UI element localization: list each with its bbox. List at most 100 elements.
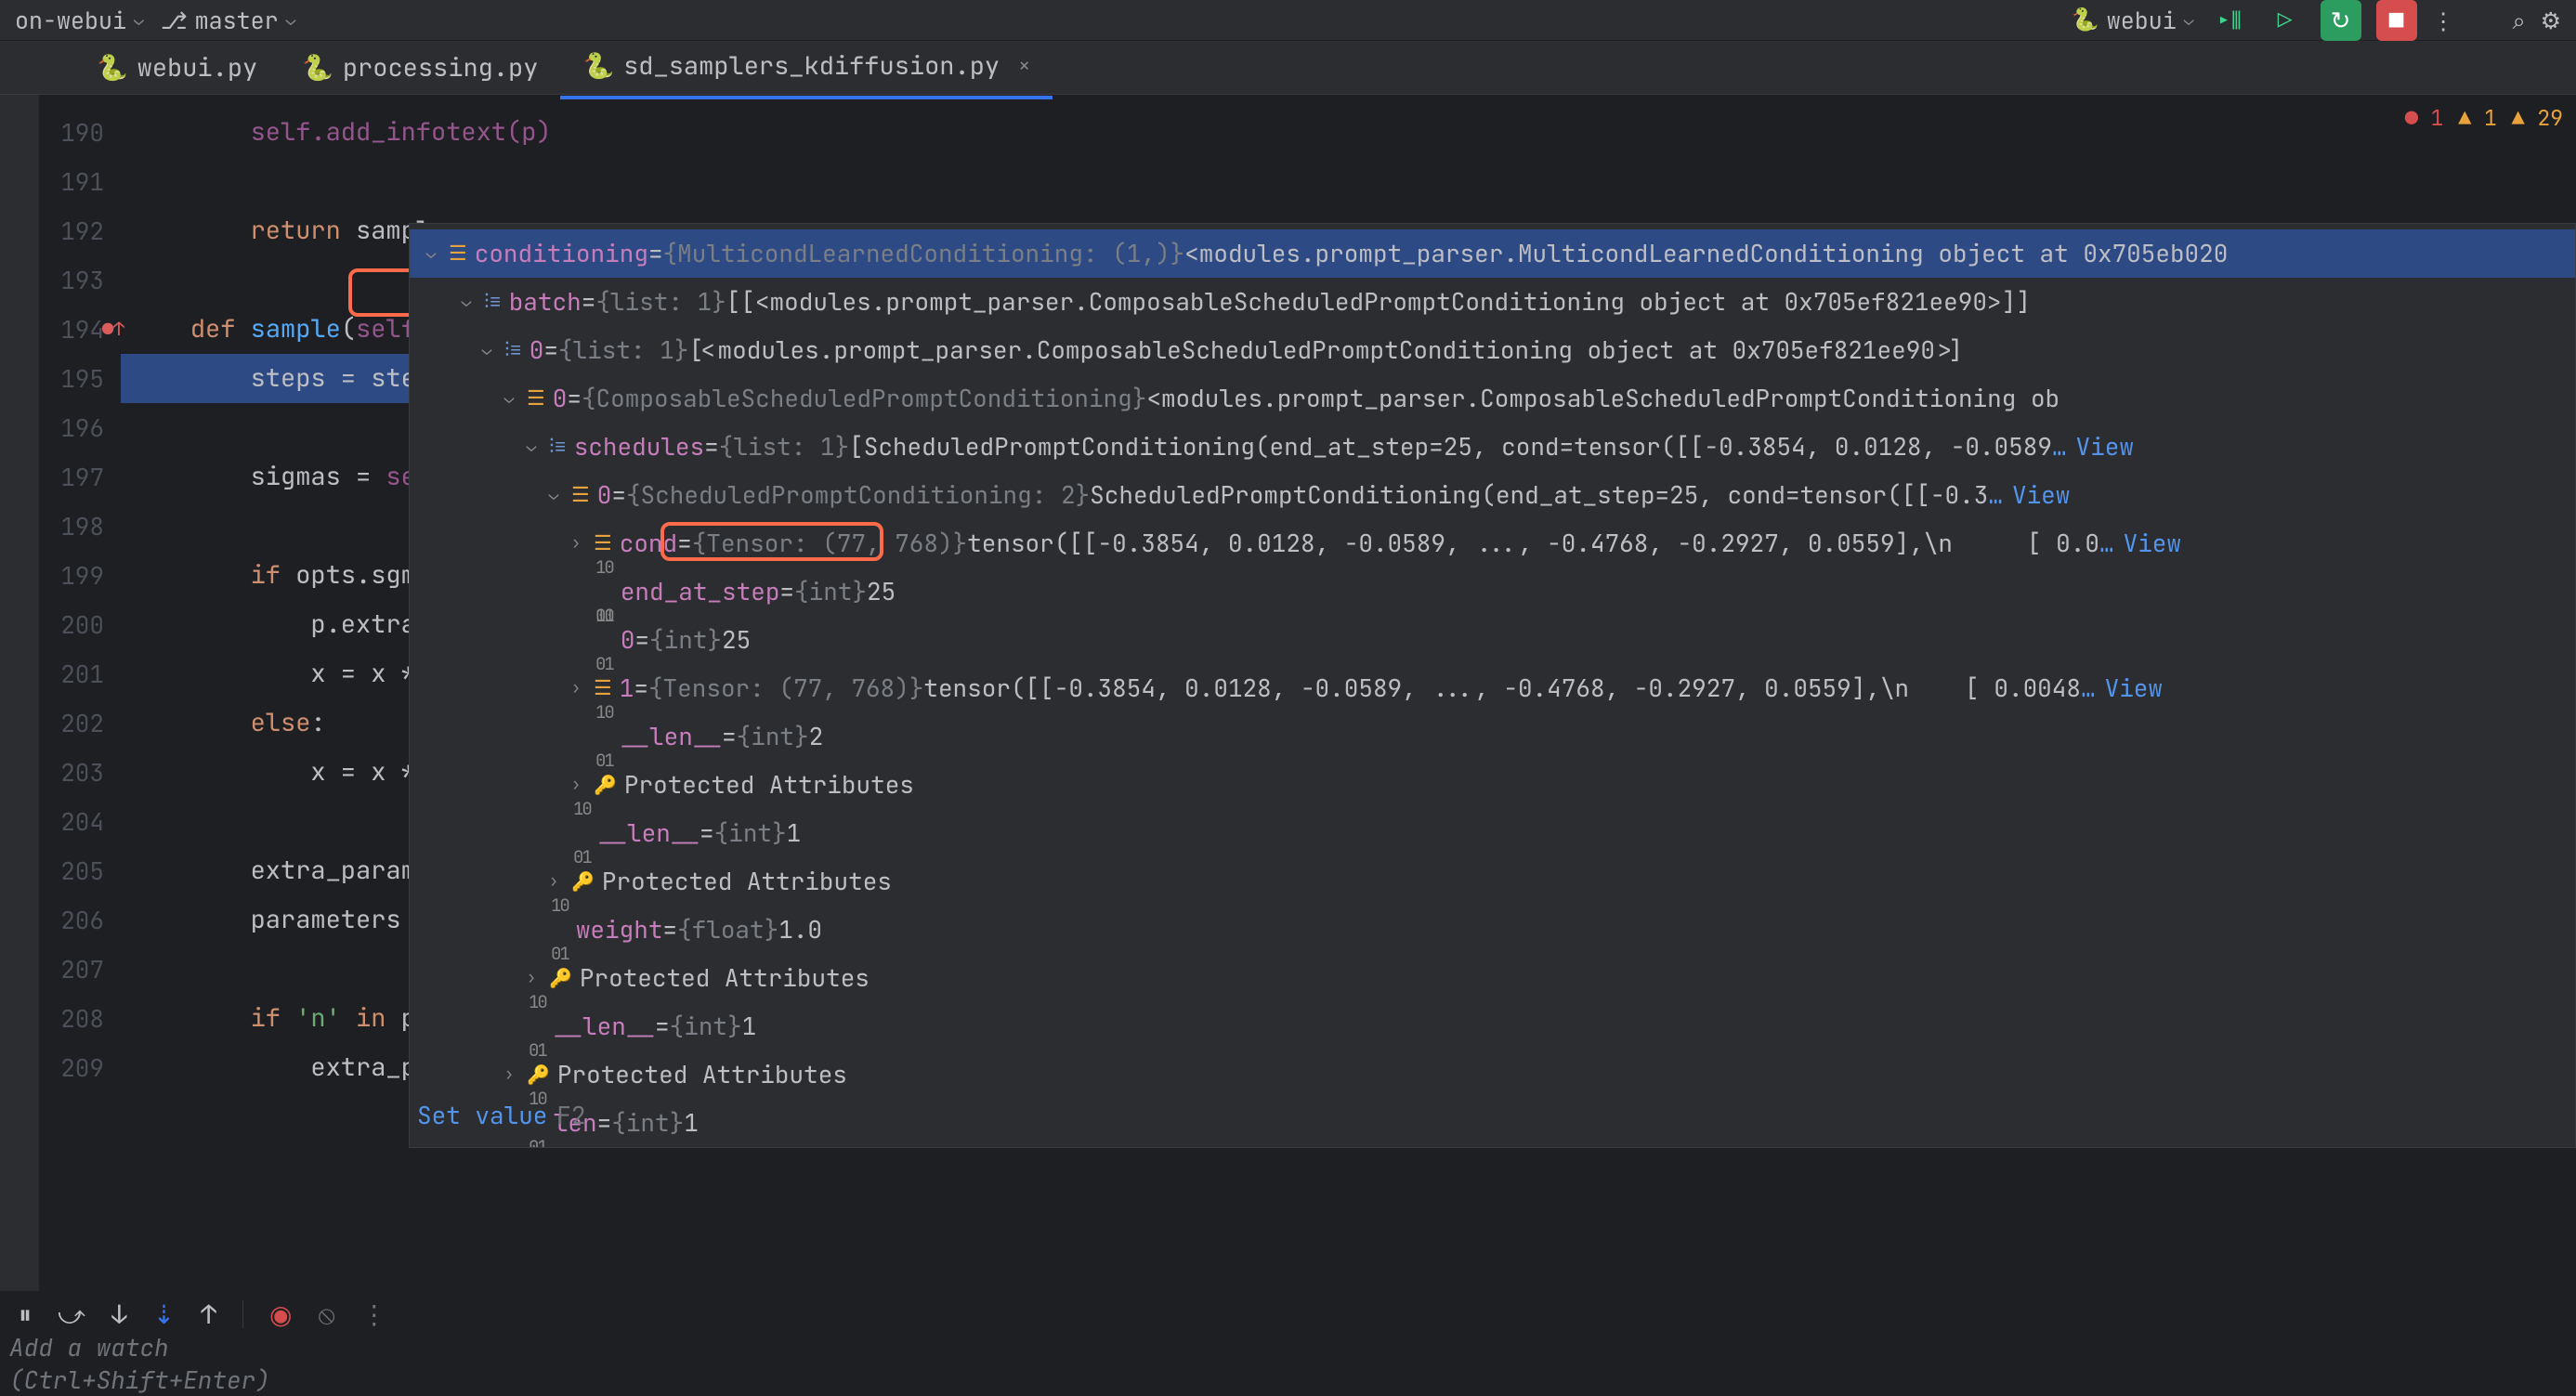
separator (242, 1300, 243, 1328)
debug-tree-row[interactable]: ☰ 1 = {Tensor: (77, 768)} tensor([[-0.38… (410, 664, 2575, 712)
code-line (121, 157, 2576, 206)
expand-toggle[interactable] (477, 326, 497, 374)
watch-placeholder: Add a watch (Ctrl+Shift+Enter) (9, 1331, 404, 1396)
line-number[interactable]: 205 (0, 846, 104, 895)
step-into-button[interactable]: ↓ (111, 1298, 127, 1332)
expand-toggle[interactable] (421, 229, 441, 278)
step-out-button[interactable]: ↑ (201, 1298, 216, 1332)
tab-label: sd_samplers_kdiffusion.py (623, 49, 1000, 83)
key-icon: 🔑 (571, 857, 595, 906)
pause-button[interactable]: ⏸ (19, 1298, 32, 1332)
expand-toggle[interactable] (499, 374, 519, 423)
debug-tree-row[interactable]: ⫶≡ batch = {list: 1} [[<modules.prompt_p… (410, 278, 2575, 326)
add-watch-input[interactable]: Add a watch (Ctrl+Shift+Enter) (0, 1343, 404, 1384)
code-line: self.add_infotext(p) (121, 108, 2576, 157)
debug-tree-row[interactable]: 1001 __len__ = {int} 1 (410, 809, 2575, 857)
debug-tree-row[interactable]: 🔑 Protected Attributes (410, 857, 2575, 906)
line-number[interactable]: 201 (0, 649, 104, 698)
line-number[interactable]: 194●↑ (0, 305, 104, 354)
debug-tree-row[interactable]: 1001 weight = {float} 1.0 (410, 906, 2575, 954)
python-icon: 🐍 (2072, 6, 2099, 34)
ellipsis-link[interactable]: … (1988, 471, 2003, 519)
line-number[interactable]: 208 (0, 994, 104, 1043)
branch-name-label: master (195, 5, 279, 36)
line-number[interactable]: 195 (0, 354, 104, 403)
key-icon: 🔑 (594, 761, 617, 809)
line-number[interactable]: 192 (0, 206, 104, 255)
expand-toggle[interactable] (521, 423, 542, 471)
line-number[interactable]: 209 (0, 1043, 104, 1092)
line-number[interactable]: 206 (0, 895, 104, 945)
run-config-selector[interactable]: 🐍 webui ⌄ (2072, 5, 2194, 36)
line-number[interactable]: 199 (0, 551, 104, 600)
run-config-label: webui (2107, 5, 2177, 36)
debug-tree-row[interactable]: 🔑 Protected Attributes (410, 761, 2575, 809)
view-link[interactable]: View (2076, 423, 2134, 471)
line-number[interactable]: 197 (0, 452, 104, 502)
debug-tree-row[interactable]: 1001 end_at_step = {int} 25 (410, 568, 2575, 616)
line-number[interactable]: 193 (0, 255, 104, 305)
tab-processing[interactable]: 🐍 processing.py (280, 38, 560, 98)
debug-tree-row[interactable]: ⫶≡ 0 = {list: 1} [<modules.prompt_parser… (410, 326, 2575, 374)
view-link[interactable]: View (2012, 471, 2070, 519)
stop-icon: ■ (2389, 4, 2404, 36)
line-number[interactable]: 204 (0, 797, 104, 846)
chevron-down-icon: ⌄ (134, 9, 144, 31)
debug-tree-row[interactable]: 🔑 Protected Attributes (410, 1050, 2575, 1099)
step-into-my-code-button[interactable]: ⇣ (153, 1298, 175, 1332)
debug-tree-row[interactable]: ☰ cond = {Tensor: (77, 768)} tensor([[-0… (410, 519, 2575, 568)
debug-tree-row[interactable]: ☰ 0 = {ScheduledPromptConditioning: 2} S… (410, 471, 2575, 519)
debug-tree-row[interactable]: 1001 len = {int} 1 (410, 1099, 2575, 1147)
debug-button[interactable]: ▸⦀ (2209, 0, 2250, 41)
debug-tree-row[interactable]: 1001 0 = {int} 25 (410, 616, 2575, 664)
view-breakpoints-button[interactable]: ◉ (269, 1298, 292, 1332)
search-icon: ⌕ (2513, 5, 2526, 36)
mute-breakpoints-button[interactable]: ⦸ (318, 1298, 334, 1332)
ellipsis-link[interactable]: … (2099, 519, 2114, 568)
expand-toggle[interactable] (566, 664, 586, 712)
kebab-icon: ⋮ (2432, 5, 2455, 36)
debug-tree-row[interactable]: ⫶≡ schedules = {list: 1} [ScheduledPromp… (410, 423, 2575, 471)
line-number[interactable]: 200 (0, 600, 104, 649)
close-tab-button[interactable]: × (1018, 52, 1030, 79)
expand-toggle[interactable] (566, 519, 586, 568)
expand-toggle[interactable] (543, 471, 564, 519)
line-number[interactable]: 207 (0, 945, 104, 994)
debug-tree-row[interactable]: ☰ 0 = {ComposableScheduledPromptConditio… (410, 374, 2575, 423)
search-button[interactable]: ⌕ (2513, 5, 2526, 36)
line-number[interactable]: 191 (0, 157, 104, 206)
tab-label: webui.py (137, 51, 258, 85)
step-over-button[interactable]: ⤻ (58, 1298, 85, 1332)
python-file-icon: 🐍 (97, 51, 128, 85)
line-number[interactable]: 196 (0, 403, 104, 452)
line-number[interactable]: 190 (0, 108, 104, 157)
project-selector[interactable]: on-webui ⌄ (15, 5, 144, 36)
run-button[interactable]: ▷ (2265, 0, 2306, 41)
debugger-variable-popup[interactable]: ☰ conditioning = {MulticondLearnedCondit… (409, 223, 2576, 1148)
ellipsis-link[interactable]: … (2081, 664, 2096, 712)
expand-toggle[interactable] (456, 278, 477, 326)
vcs-branch-selector[interactable]: ⎇ master ⌄ (161, 5, 296, 36)
line-number[interactable]: 198 (0, 502, 104, 551)
object-icon: ☰ (449, 229, 467, 278)
tab-webui[interactable]: 🐍 webui.py (74, 38, 280, 98)
line-number[interactable]: 202 (0, 698, 104, 748)
debug-tree-row[interactable]: 1001 __len__ = {int} 1 (410, 1002, 2575, 1050)
more-actions-button[interactable]: ⋮ (2432, 5, 2455, 36)
rerun-icon: ↻ (2331, 4, 2351, 36)
view-link[interactable]: View (2105, 664, 2163, 712)
settings-button[interactable]: ⚙ (2541, 5, 2561, 36)
line-number[interactable]: 203 (0, 748, 104, 797)
tab-sd-samplers-kdiffusion[interactable]: 🐍 sd_samplers_kdiffusion.py × (560, 36, 1053, 99)
rerun-button[interactable]: ↻ (2321, 0, 2361, 41)
ellipsis-link[interactable]: … (2052, 423, 2067, 471)
set-value-action[interactable]: Set valueF2 (417, 1091, 586, 1140)
view-link[interactable]: View (2124, 519, 2181, 568)
stop-button[interactable]: ■ (2376, 0, 2417, 41)
debug-tree-row[interactable]: 🔑 Protected Attributes (410, 954, 2575, 1002)
python-file-icon: 🐍 (582, 49, 614, 83)
debug-tree-row[interactable]: ☰ conditioning = {MulticondLearnedCondit… (410, 229, 2575, 278)
chevron-down-icon: ⌄ (2184, 9, 2194, 31)
more-debug-actions[interactable]: ⋮ (361, 1298, 387, 1332)
debug-tree-row[interactable]: 1001 __len__ = {int} 2 (410, 712, 2575, 761)
